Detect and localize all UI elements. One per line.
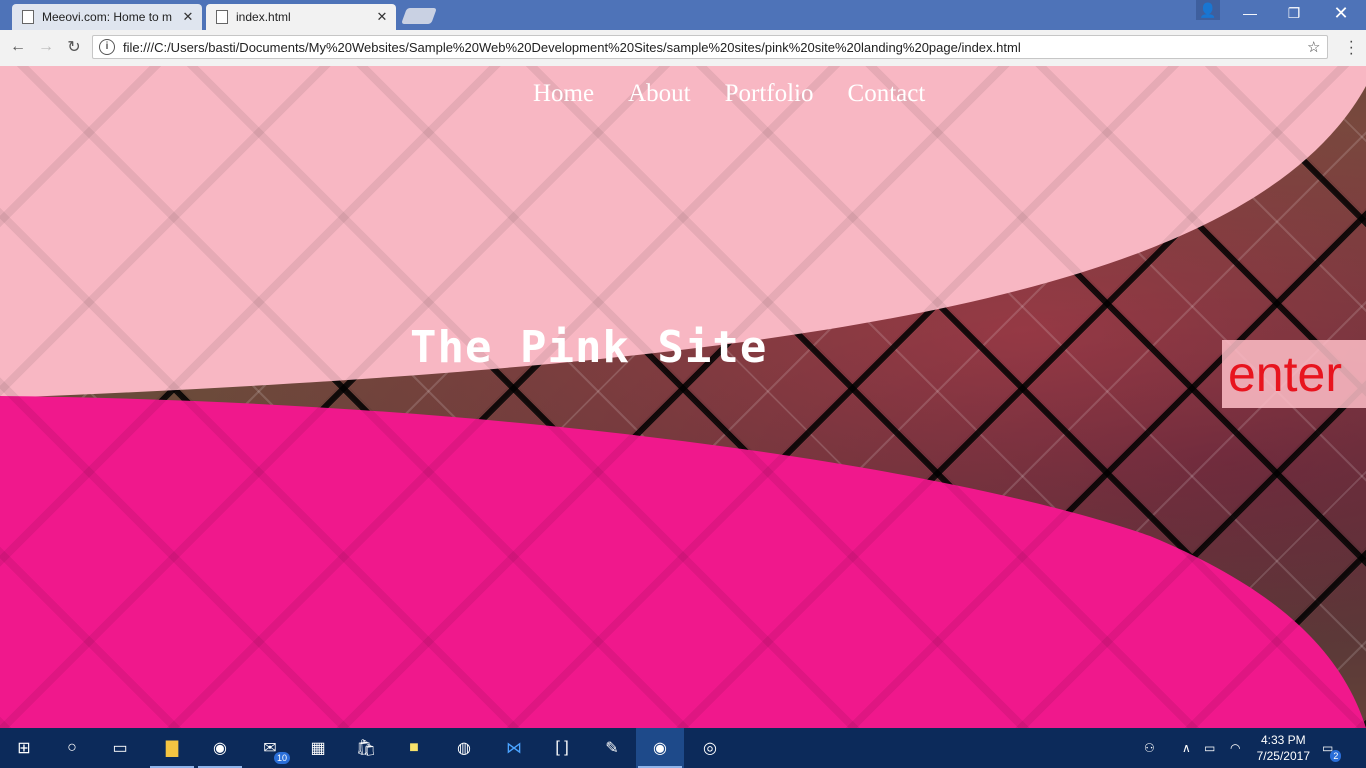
battery-icon[interactable]: ▭ — [1204, 728, 1215, 768]
tab-label: Meeovi.com: Home to m — [42, 10, 173, 24]
nav-portfolio[interactable]: Portfolio — [725, 80, 814, 108]
close-window-button[interactable]: ✕ — [1316, 0, 1366, 26]
windows-taskbar: ⊞ ○ ▭ ▇ ◉ ✉ 10 ▦ 🛍 ■ ◍ ⋈ [ ] ✎ ◉ ◎ ⚇ ∧ ▭ … — [0, 728, 1366, 768]
forward-icon[interactable]: → — [36, 37, 56, 57]
minimize-button[interactable]: — — [1228, 0, 1272, 26]
site-title: The Pink Site — [410, 322, 768, 373]
diamond-overlay — [0, 66, 1366, 728]
back-icon[interactable]: ← — [8, 37, 28, 57]
tab-index[interactable]: index.html ✕ — [206, 4, 396, 30]
info-icon[interactable]: i — [99, 39, 115, 55]
document-icon — [216, 10, 228, 24]
close-tab-icon[interactable]: ✕ — [374, 9, 390, 25]
people-icon[interactable]: ⚇ — [1144, 728, 1155, 768]
tab-meeovi[interactable]: Meeovi.com: Home to m ✕ — [12, 4, 202, 30]
tray-chevron-icon[interactable]: ∧ — [1182, 728, 1191, 768]
bookmark-star-icon[interactable]: ☆ — [1307, 38, 1327, 56]
page-viewport: Home About Portfolio Contact The Pink Si… — [0, 66, 1366, 728]
file-explorer-icon[interactable]: ▇ — [148, 728, 196, 768]
notification-badge: 2 — [1330, 750, 1342, 762]
profile-icon[interactable]: 👤 — [1196, 0, 1220, 20]
mail-icon[interactable]: ✉ 10 — [246, 728, 294, 768]
url-text: file:///C:/Users/basti/Documents/My%20We… — [123, 39, 1021, 55]
store-icon[interactable]: 🛍 — [342, 728, 390, 768]
enter-button[interactable]: enter — [1222, 340, 1366, 408]
reload-icon[interactable]: ↻ — [64, 37, 84, 57]
chrome-icon[interactable]: ◉ — [196, 728, 244, 768]
browser-title-bar: Meeovi.com: Home to m ✕ index.html ✕ 👤 —… — [0, 0, 1366, 30]
main-nav: Home About Portfolio Contact — [533, 80, 925, 108]
nav-contact[interactable]: Contact — [848, 80, 926, 108]
action-center-icon[interactable]: ▭ 2 — [1322, 728, 1342, 768]
app-icon[interactable]: ◍ — [440, 728, 488, 768]
restore-button[interactable]: ❐ — [1272, 0, 1316, 26]
nav-about[interactable]: About — [628, 80, 691, 108]
nav-home[interactable]: Home — [533, 80, 594, 108]
wifi-icon[interactable]: ◠ — [1230, 728, 1240, 768]
close-tab-icon[interactable]: ✕ — [180, 9, 196, 25]
target-app-icon[interactable]: ◎ — [686, 728, 734, 768]
clock[interactable]: 4:33 PM 7/25/2017 — [1257, 732, 1310, 764]
gimp-icon[interactable]: ✎ — [588, 728, 636, 768]
address-bar[interactable]: i file:///C:/Users/basti/Documents/My%20… — [92, 35, 1328, 59]
document-icon — [22, 10, 34, 24]
new-tab-button[interactable] — [401, 8, 437, 24]
tab-label: index.html — [236, 10, 291, 24]
calculator-icon[interactable]: ▦ — [294, 728, 342, 768]
chrome-active-icon[interactable]: ◉ — [636, 728, 684, 768]
date-text: 7/25/2017 — [1256, 749, 1310, 763]
start-button[interactable]: ⊞ — [0, 728, 48, 768]
mail-badge: 10 — [273, 752, 290, 764]
search-icon[interactable]: ○ — [48, 728, 96, 768]
visual-studio-icon[interactable]: ⋈ — [490, 728, 538, 768]
menu-icon[interactable]: · · · — [1349, 34, 1354, 62]
brackets-icon[interactable]: [ ] — [538, 728, 586, 768]
time-text: 4:33 PM — [1260, 733, 1306, 747]
sticky-notes-icon[interactable]: ■ — [390, 728, 438, 768]
browser-toolbar: ← → ↻ i file:///C:/Users/basti/Documents… — [0, 30, 1366, 67]
task-view-icon[interactable]: ▭ — [96, 728, 144, 768]
